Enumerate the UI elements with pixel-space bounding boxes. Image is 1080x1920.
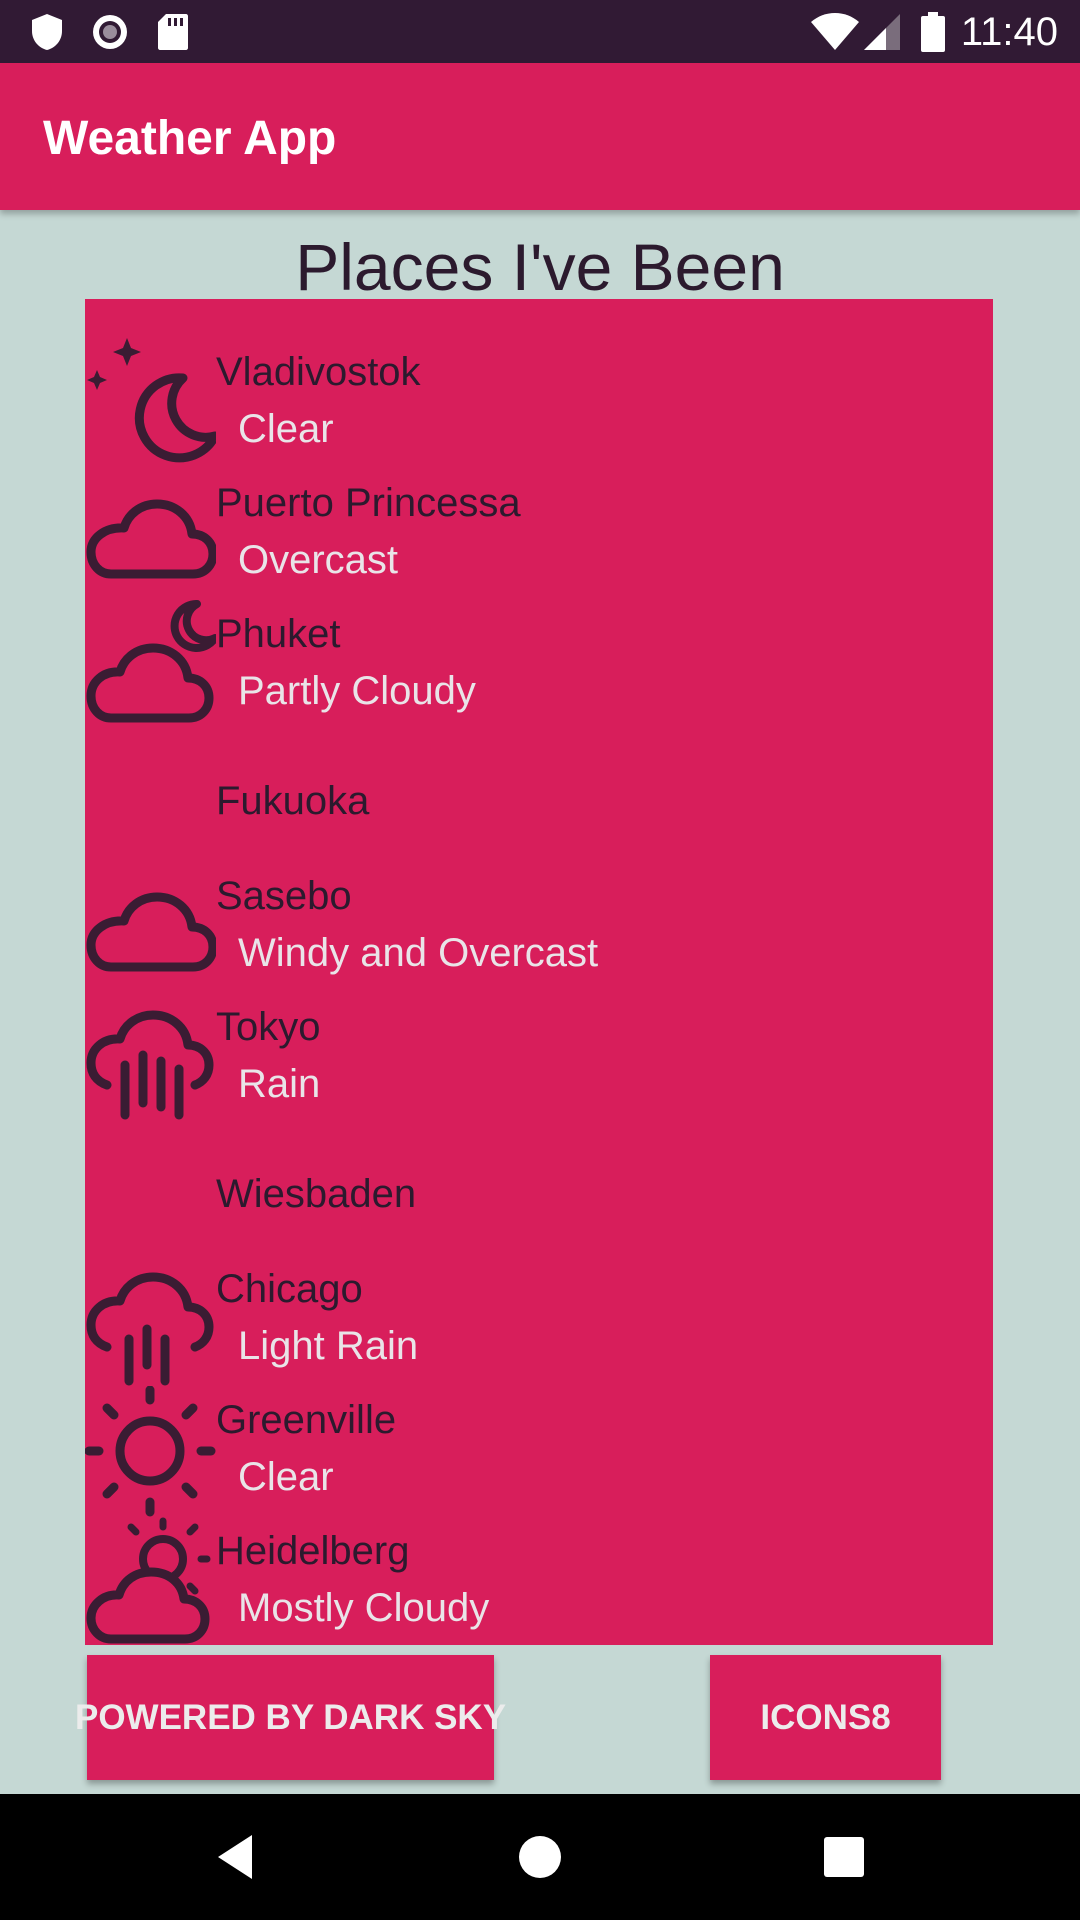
clear-night-icon <box>87 338 216 463</box>
sd-card-icon <box>158 14 188 50</box>
place-summary: Mostly Cloudy <box>238 1586 490 1630</box>
place-summary: Rain <box>238 1062 321 1106</box>
place-summary: Clear <box>238 1455 334 1499</box>
list-item[interactable]: Sasebo Windy and Overcast <box>85 862 993 993</box>
list-item[interactable]: Wiesbaden <box>85 1124 993 1255</box>
partly-cloudy-day-icon <box>86 1517 211 1644</box>
back-icon[interactable] <box>206 1827 266 1887</box>
cloud-icon <box>86 499 216 579</box>
place-city: Vladivostok <box>216 350 421 394</box>
list-item[interactable]: Tokyo Rain <box>85 993 993 1124</box>
place-summary: Partly Cloudy <box>238 669 476 713</box>
status-bar: 11:40 <box>0 0 1080 63</box>
light-rain-icon <box>86 1272 214 1386</box>
icons8-button[interactable]: ICONS8 <box>710 1655 941 1780</box>
list-item[interactable]: Fukuoka <box>85 731 993 862</box>
shield-icon <box>32 14 62 50</box>
signal-icon <box>864 14 900 50</box>
place-city: Fukuoka <box>216 779 370 823</box>
place-summary: Light Rain <box>238 1324 419 1368</box>
navigation-bar <box>0 1794 1080 1920</box>
list-item[interactable]: Greenville Clear <box>85 1386 993 1517</box>
place-summary: Clear <box>238 407 334 451</box>
wifi-icon <box>811 13 859 50</box>
place-city: Chicago <box>216 1267 363 1311</box>
dark-sky-button[interactable]: POWERED BY DARK SKY <box>75 1655 506 1780</box>
home-icon[interactable] <box>510 1827 570 1887</box>
place-city: Puerto Princessa <box>216 481 521 525</box>
page-title: Places I've Been <box>295 230 785 304</box>
place-city: Sasebo <box>216 874 352 918</box>
app-bar: Weather App <box>0 63 1080 210</box>
cloud-icon <box>86 892 216 972</box>
recents-icon[interactable] <box>814 1827 874 1887</box>
sun-icon <box>85 1386 216 1517</box>
places-list[interactable]: Vladivostok Clear Puerto Princessa Overc… <box>85 299 993 1645</box>
list-item[interactable]: Vladivostok Clear <box>85 338 993 469</box>
list-item[interactable]: Phuket Partly Cloudy <box>85 600 993 731</box>
place-city: Wiesbaden <box>216 1172 417 1216</box>
record-icon <box>93 15 127 49</box>
app-title: Weather App <box>43 112 337 165</box>
list-item[interactable]: Puerto Princessa Overcast <box>85 469 993 600</box>
place-city: Phuket <box>216 612 341 656</box>
place-city: Heidelberg <box>216 1529 410 1573</box>
status-time: 11:40 <box>960 10 1058 54</box>
screen: 11:40 Weather App Places I've Been Vladi… <box>0 0 1080 1920</box>
place-summary: Windy and Overcast <box>238 931 599 975</box>
rain-icon <box>86 1010 214 1120</box>
list-item[interactable]: Chicago Light Rain <box>85 1255 993 1386</box>
partly-cloudy-night-icon <box>86 600 216 723</box>
place-city: Greenville <box>216 1398 397 1442</box>
place-summary: Overcast <box>238 538 399 582</box>
list-item[interactable]: Heidelberg Mostly Cloudy <box>85 1517 993 1645</box>
place-city: Tokyo <box>216 1005 321 1049</box>
battery-icon <box>921 12 945 52</box>
